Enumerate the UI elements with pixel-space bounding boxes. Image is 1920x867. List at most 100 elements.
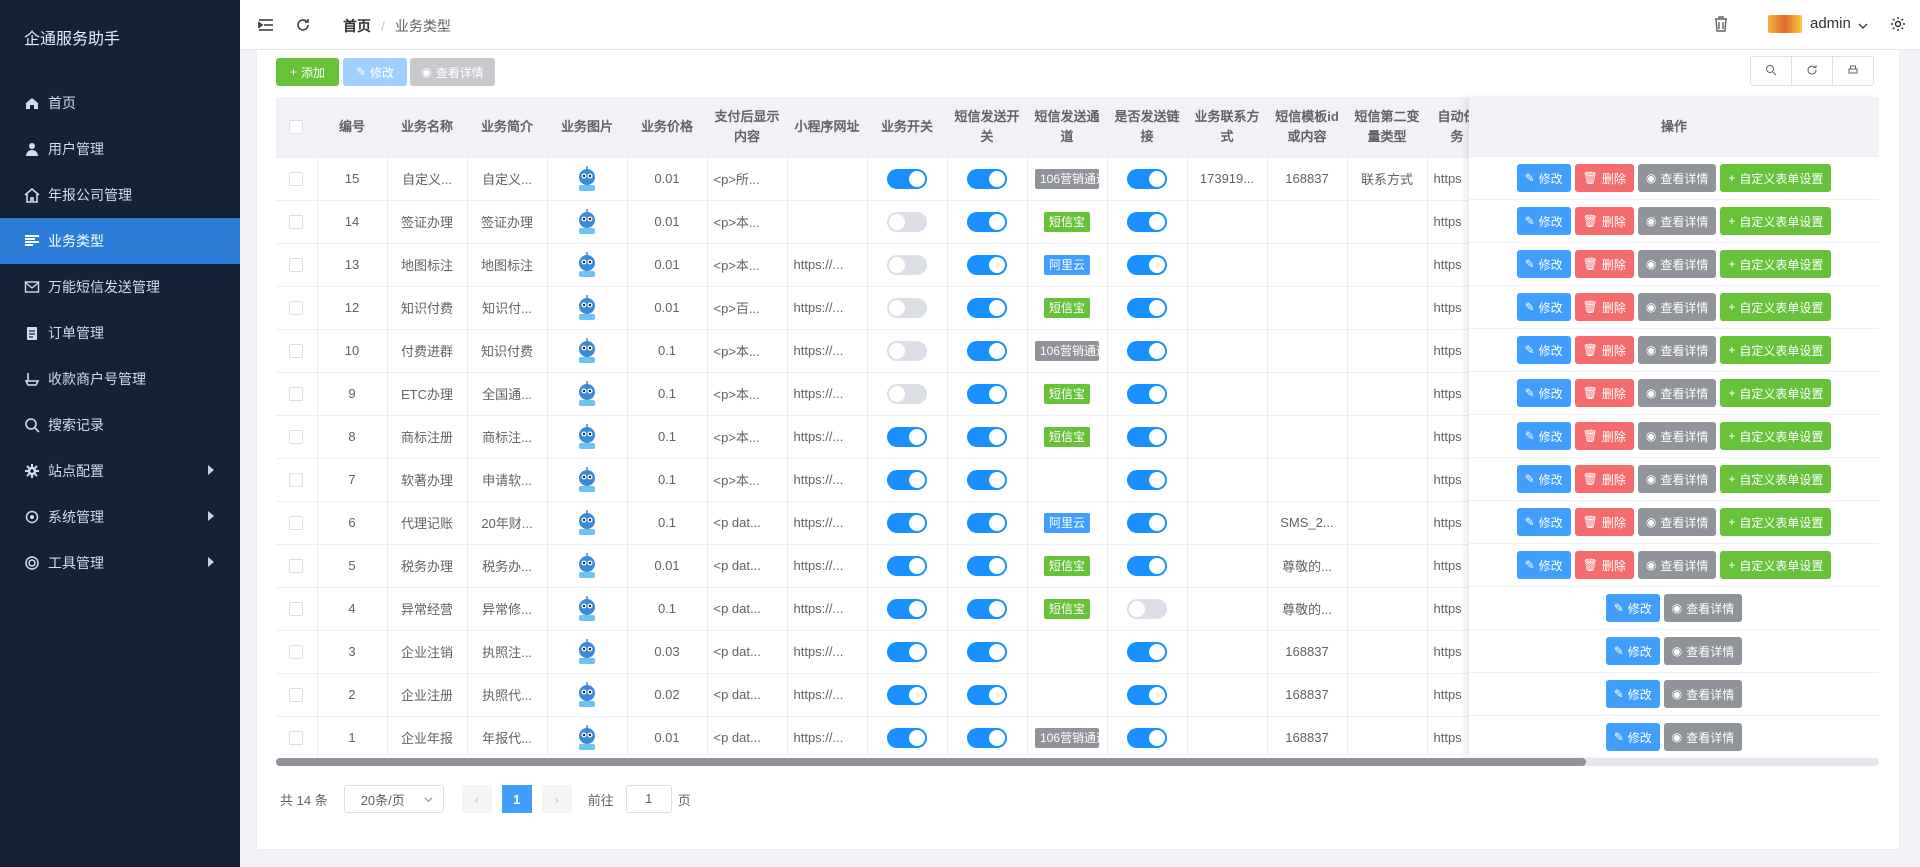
row-select-cell[interactable] — [276, 544, 318, 588]
row-edit-button[interactable]: ✎ 修改 — [1516, 508, 1571, 536]
send-link-switch[interactable] — [1127, 555, 1167, 576]
select-all-cell[interactable] — [276, 97, 318, 158]
sms-switch[interactable] — [967, 426, 1007, 447]
sidebar-item[interactable]: 万能短信发送管理 — [0, 264, 240, 310]
add-button[interactable]: + 添加 — [276, 58, 339, 86]
row-select-cell[interactable] — [276, 415, 318, 459]
sms-switch[interactable] — [967, 555, 1007, 576]
sidebar-item[interactable]: 年报公司管理 — [0, 172, 240, 218]
row-form-settings-button[interactable]: + 自定义表单设置 — [1720, 293, 1832, 321]
row-form-settings-button[interactable]: + 自定义表单设置 — [1720, 508, 1832, 536]
row-view-button[interactable]: ◉ 查看详情 — [1637, 293, 1717, 321]
sidebar-item[interactable]: 工具管理 — [0, 540, 240, 586]
view-details-button[interactable]: ◉ 查看详情 — [410, 58, 495, 86]
row-view-button[interactable]: ◉ 查看详情 — [1637, 422, 1717, 450]
row-checkbox[interactable] — [289, 258, 304, 273]
row-form-settings-button[interactable]: + 自定义表单设置 — [1720, 379, 1832, 407]
row-checkbox[interactable] — [289, 301, 304, 316]
row-delete-button[interactable]: 🗑 删除 — [1574, 379, 1634, 407]
send-link-switch[interactable] — [1127, 512, 1167, 533]
sms-switch[interactable] — [967, 684, 1007, 705]
prev-page-button[interactable]: ‹ — [461, 785, 492, 813]
sms-switch[interactable] — [967, 469, 1007, 490]
business-switch[interactable] — [887, 254, 927, 275]
business-switch[interactable] — [887, 168, 927, 189]
sms-switch[interactable] — [967, 211, 1007, 232]
row-delete-button[interactable]: 🗑 删除 — [1574, 336, 1634, 364]
row-select-cell[interactable] — [276, 157, 318, 201]
horizontal-scrollbar[interactable] — [276, 758, 1879, 766]
settings-gear-icon[interactable] — [1890, 16, 1906, 35]
send-link-switch[interactable] — [1127, 727, 1167, 748]
row-select-cell[interactable] — [276, 458, 318, 502]
row-edit-button[interactable]: ✎ 修改 — [1605, 680, 1660, 708]
sms-switch[interactable] — [967, 598, 1007, 619]
row-delete-button[interactable]: 🗑 删除 — [1574, 250, 1634, 278]
row-view-button[interactable]: ◉ 查看详情 — [1637, 551, 1717, 579]
row-edit-button[interactable]: ✎ 修改 — [1516, 164, 1571, 192]
row-form-settings-button[interactable]: + 自定义表单设置 — [1720, 207, 1832, 235]
row-edit-button[interactable]: ✎ 修改 — [1516, 207, 1571, 235]
row-edit-button[interactable]: ✎ 修改 — [1516, 465, 1571, 493]
refresh-table-button[interactable] — [1791, 56, 1833, 86]
row-delete-button[interactable]: 🗑 删除 — [1574, 293, 1634, 321]
chevron-down-icon[interactable] — [1858, 18, 1868, 34]
row-select-cell[interactable] — [276, 286, 318, 330]
next-page-button[interactable]: › — [541, 785, 572, 813]
row-checkbox[interactable] — [289, 645, 304, 660]
business-switch[interactable] — [887, 340, 927, 361]
send-link-switch[interactable] — [1127, 426, 1167, 447]
scrollbar-thumb[interactable] — [276, 758, 1586, 766]
row-select-cell[interactable] — [276, 673, 318, 717]
row-checkbox[interactable] — [289, 473, 304, 488]
row-checkbox[interactable] — [289, 344, 304, 359]
row-view-button[interactable]: ◉ 查看详情 — [1637, 508, 1717, 536]
trash-icon[interactable] — [1712, 15, 1730, 36]
row-select-cell[interactable] — [276, 372, 318, 416]
send-link-switch[interactable] — [1127, 168, 1167, 189]
sidebar-item[interactable]: 搜索记录 — [0, 402, 240, 448]
row-view-button[interactable]: ◉ 查看详情 — [1637, 465, 1717, 493]
row-select-cell[interactable] — [276, 329, 318, 373]
row-form-settings-button[interactable]: + 自定义表单设置 — [1720, 250, 1832, 278]
row-form-settings-button[interactable]: + 自定义表单设置 — [1720, 422, 1832, 450]
business-switch[interactable] — [887, 469, 927, 490]
row-view-button[interactable]: ◉ 查看详情 — [1637, 207, 1717, 235]
sidebar-item[interactable]: 订单管理 — [0, 310, 240, 356]
business-switch[interactable] — [887, 641, 927, 662]
send-link-switch[interactable] — [1127, 297, 1167, 318]
row-select-cell[interactable] — [276, 243, 318, 287]
row-view-button[interactable]: ◉ 查看详情 — [1637, 164, 1717, 192]
edit-button[interactable]: ✎ 修改 — [343, 58, 407, 86]
row-checkbox[interactable] — [289, 602, 304, 617]
row-view-button[interactable]: ◉ 查看详情 — [1637, 379, 1717, 407]
row-form-settings-button[interactable]: + 自定义表单设置 — [1720, 336, 1832, 364]
row-view-button[interactable]: ◉ 查看详情 — [1663, 637, 1743, 665]
sidebar-item[interactable]: 首页 — [0, 80, 240, 126]
business-switch[interactable] — [887, 426, 927, 447]
send-link-switch[interactable] — [1127, 641, 1167, 662]
row-edit-button[interactable]: ✎ 修改 — [1516, 551, 1571, 579]
send-link-switch[interactable] — [1127, 211, 1167, 232]
sidebar-item[interactable]: 用户管理 — [0, 126, 240, 172]
send-link-switch[interactable] — [1127, 254, 1167, 275]
sms-switch[interactable] — [967, 641, 1007, 662]
row-edit-button[interactable]: ✎ 修改 — [1605, 723, 1660, 751]
row-edit-button[interactable]: ✎ 修改 — [1516, 422, 1571, 450]
row-checkbox[interactable] — [289, 516, 304, 531]
row-checkbox[interactable] — [289, 387, 304, 402]
send-link-switch[interactable] — [1127, 469, 1167, 490]
row-delete-button[interactable]: 🗑 删除 — [1574, 422, 1634, 450]
sms-switch[interactable] — [967, 512, 1007, 533]
menu-toggle-icon[interactable] — [258, 17, 274, 36]
sms-switch[interactable] — [967, 297, 1007, 318]
sidebar-item[interactable]: 收款商户号管理 — [0, 356, 240, 402]
row-edit-button[interactable]: ✎ 修改 — [1605, 637, 1660, 665]
business-switch[interactable] — [887, 512, 927, 533]
select-all-checkbox[interactable] — [289, 120, 304, 135]
row-delete-button[interactable]: 🗑 删除 — [1574, 207, 1634, 235]
username[interactable]: admin — [1810, 15, 1851, 32]
business-switch[interactable] — [887, 598, 927, 619]
row-form-settings-button[interactable]: + 自定义表单设置 — [1720, 164, 1832, 192]
row-view-button[interactable]: ◉ 查看详情 — [1663, 723, 1743, 751]
